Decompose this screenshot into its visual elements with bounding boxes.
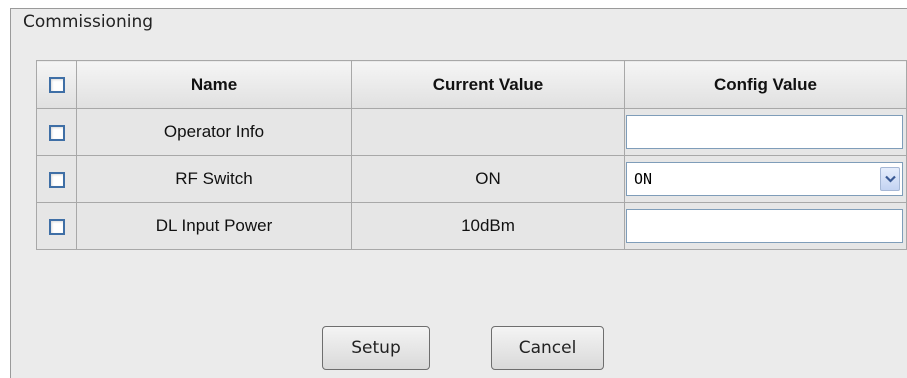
- row-name: DL Input Power: [76, 202, 352, 250]
- row-check-cell: [36, 108, 77, 156]
- cancel-button[interactable]: Cancel: [491, 326, 604, 370]
- row-check-cell: [36, 202, 77, 250]
- row-name: Operator Info: [76, 108, 352, 156]
- operator-info-input[interactable]: [626, 115, 903, 149]
- rf-switch-selected-value: ON: [634, 170, 653, 188]
- commissioning-table: Name Current Value Config Value Operator…: [36, 60, 907, 250]
- header-name: Name: [76, 60, 352, 109]
- panel-title: Commissioning: [23, 12, 154, 32]
- chevron-down-icon: [884, 175, 896, 183]
- row-current-value: 10dBm: [351, 202, 625, 250]
- row-config-cell: [624, 202, 907, 250]
- row-config-cell: ON: [624, 155, 907, 203]
- row-checkbox-dl-input-power[interactable]: [48, 218, 65, 235]
- header-config-value: Config Value: [624, 60, 907, 109]
- dl-input-power-input[interactable]: [626, 209, 903, 243]
- select-all-cell: [36, 60, 77, 109]
- select-all-checkbox[interactable]: [48, 77, 65, 94]
- setup-button[interactable]: Setup: [322, 326, 430, 370]
- commissioning-panel: Commissioning Name Current Value Config …: [10, 8, 907, 378]
- table-header-row: Name Current Value Config Value: [36, 60, 907, 109]
- row-check-cell: [36, 155, 77, 203]
- table-row: RF Switch ON ON: [36, 155, 907, 203]
- row-name: RF Switch: [76, 155, 352, 203]
- table-row: DL Input Power 10dBm: [36, 202, 907, 250]
- row-current-value: [351, 108, 625, 156]
- table-row: Operator Info: [36, 108, 907, 156]
- row-config-cell: [624, 108, 907, 156]
- dropdown-button[interactable]: [880, 167, 900, 191]
- row-current-value: ON: [351, 155, 625, 203]
- row-checkbox-operator-info[interactable]: [48, 124, 65, 141]
- rf-switch-select[interactable]: ON: [626, 162, 903, 196]
- row-checkbox-rf-switch[interactable]: [48, 171, 65, 188]
- header-current-value: Current Value: [351, 60, 625, 109]
